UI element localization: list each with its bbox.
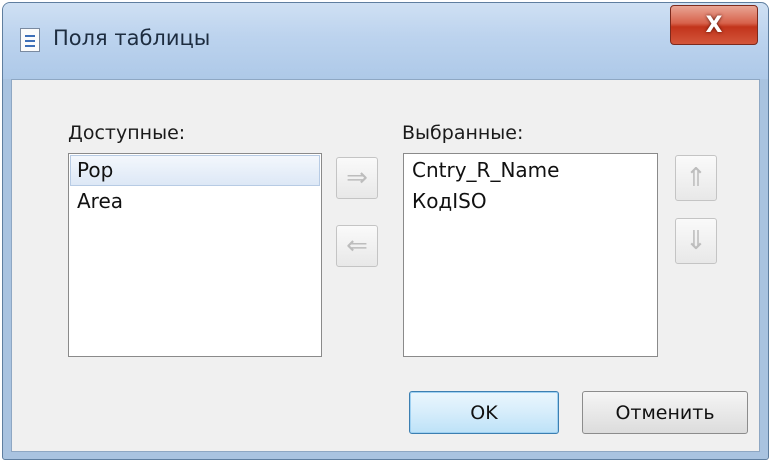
list-item-kod-iso[interactable]: КодISO [405,186,656,217]
cancel-button[interactable]: Отменить [582,391,748,434]
title-bar[interactable]: Поля таблицы X [3,3,768,79]
available-fields-label: Доступные: [68,122,186,144]
selected-fields-label: Выбранные: [402,122,524,144]
ok-button[interactable]: OK [409,391,559,434]
dialog-window: Поля таблицы X Доступные: Pop Area ⇒ ⇐ В… [2,2,769,460]
move-down-button[interactable]: ⇓ [675,218,717,264]
arrow-left-icon: ⇐ [346,231,368,261]
arrow-down-icon: ⇓ [685,226,707,256]
window-title: Поля таблицы [53,26,211,50]
selected-fields-list[interactable]: Cntry_R_Name КодISO [403,153,658,357]
close-button[interactable]: X [670,5,758,45]
list-item-cntry-r-name[interactable]: Cntry_R_Name [405,155,656,186]
list-item-pop[interactable]: Pop [70,155,320,186]
remove-field-button[interactable]: ⇐ [336,225,378,267]
available-fields-list[interactable]: Pop Area [68,153,322,357]
list-item-area[interactable]: Area [70,186,320,217]
arrow-up-icon: ⇑ [685,163,707,193]
arrow-right-icon: ⇒ [346,163,368,193]
document-icon [20,28,40,52]
move-up-button[interactable]: ⇑ [675,155,717,201]
dialog-content: Доступные: Pop Area ⇒ ⇐ Выбранные: Cntry… [11,79,760,452]
add-field-button[interactable]: ⇒ [336,157,378,199]
